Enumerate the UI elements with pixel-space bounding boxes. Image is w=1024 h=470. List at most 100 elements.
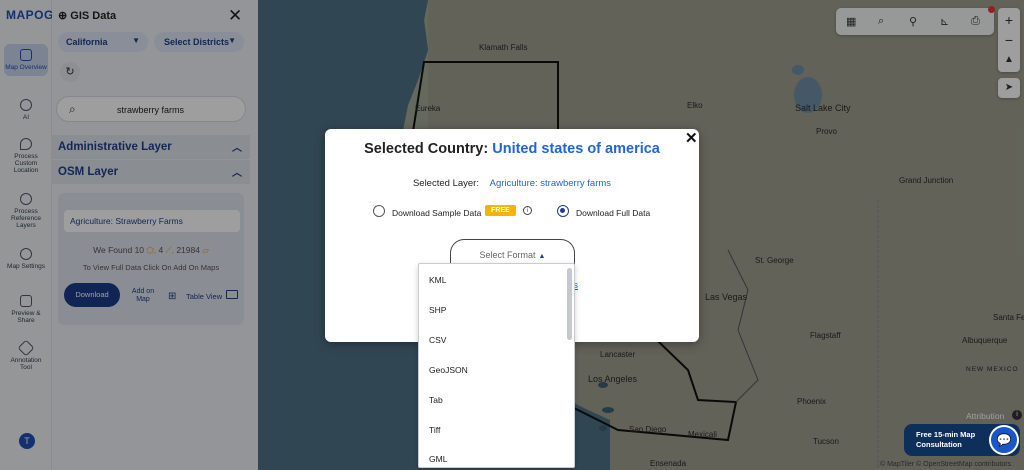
mapog-logo[interactable]: MAPOG: [6, 8, 54, 22]
format-option-csv[interactable]: CSV: [429, 335, 446, 345]
point-icon: ⬠,: [144, 245, 157, 255]
info-icon[interactable]: i: [1012, 410, 1022, 420]
zoom-in-icon[interactable]: +: [998, 10, 1020, 30]
measure-icon[interactable]: ⊾: [940, 15, 949, 28]
selected-layer-value: Agriculture: strawberry farms: [489, 178, 612, 189]
chevron-down-icon: ▼: [132, 36, 140, 45]
count-point: 10: [134, 245, 145, 255]
layer-card-title: Agriculture: Strawberry Farms: [64, 210, 240, 232]
map-label-santafe: Santa Fe: [993, 313, 1024, 322]
found-prefix: We Found: [93, 245, 133, 255]
pen-icon: [17, 339, 35, 357]
caret-up-icon: ▲: [538, 253, 546, 260]
map-label-provo: Provo: [816, 127, 837, 136]
format-option-tab[interactable]: Tab: [429, 395, 443, 405]
location-pin-icon: [20, 138, 32, 150]
rail-preview-share[interactable]: Preview & Share: [4, 295, 48, 324]
state-select[interactable]: California ▼: [58, 32, 148, 52]
zoom-out-icon[interactable]: −: [998, 30, 1020, 50]
chat-icon[interactable]: 💬: [989, 425, 1019, 455]
download-button[interactable]: Download: [64, 283, 120, 307]
full-data-radio[interactable]: [557, 205, 569, 217]
format-option-shp[interactable]: SHP: [429, 305, 446, 315]
rail-process-custom-location[interactable]: Process Custom Location: [4, 138, 48, 174]
map-label-eureka: Eureka: [415, 104, 441, 113]
panel-header: ⊕ GIS Data: [58, 9, 116, 22]
refresh-icon[interactable]: ↻: [60, 62, 80, 82]
sample-data-label[interactable]: Download Sample Data: [392, 208, 481, 218]
map-label-sandiego: San Diego: [629, 425, 667, 434]
compass-icon[interactable]: ▲: [998, 50, 1020, 70]
rail-map-settings[interactable]: Map Settings: [4, 248, 48, 270]
map-label-albuquerque: Albuquerque: [962, 336, 1008, 345]
selected-layer-row: Selected Layer: Agriculture: strawberry …: [325, 178, 699, 189]
map-label-saltlake: Salt Lake City: [795, 103, 851, 113]
rail-map-overview[interactable]: Map Overview: [4, 44, 48, 76]
map-label-grandjunction: Grand Junction: [899, 176, 954, 185]
administrative-layer-header[interactable]: Administrative Layer ︿: [52, 135, 250, 159]
free-badge: FREE: [485, 205, 516, 216]
administrative-layer-label: Administrative Layer: [58, 141, 172, 153]
selected-layer-prefix: Selected Layer:: [412, 178, 479, 189]
layers-gear-icon: [20, 193, 32, 205]
search-icon[interactable]: ⌕: [878, 15, 884, 28]
search-input[interactable]: ⌕ strawberry farms: [56, 96, 246, 122]
search-value: strawberry farms: [117, 105, 185, 115]
left-rail: MAPOG Map Overview AI Process Custom Loc…: [0, 0, 54, 470]
map-label-newmexico: NEW MEXICO: [966, 366, 1019, 373]
map-copyright: © MapTiler © OpenStreetMap contributors: [880, 461, 1012, 468]
dropdown-scrollbar[interactable]: [567, 268, 572, 340]
rail-label-map-overview: Map Overview: [5, 64, 47, 71]
format-option-kml[interactable]: KML: [429, 275, 446, 285]
chevron-up-icon: ︿: [232, 168, 242, 179]
map-label-elko: Elko: [687, 101, 703, 110]
panel-close-icon[interactable]: ✕: [228, 6, 242, 26]
count-polygon: 21984: [176, 245, 200, 255]
panel-title: GIS Data: [70, 10, 117, 22]
format-option-geojson[interactable]: GeoJSON: [429, 365, 468, 375]
state-select-value: California: [66, 37, 108, 47]
map-label-lancaster: Lancaster: [600, 350, 636, 359]
locate-icon[interactable]: ➤: [998, 78, 1020, 98]
format-placeholder: Select Format: [479, 250, 536, 260]
line-icon: ⟋,: [163, 245, 174, 255]
full-data-hint: To View Full Data Click On Add On Maps: [82, 263, 220, 272]
rail-annotation-tool[interactable]: Annotation Tool: [4, 339, 48, 371]
table-icon[interactable]: ⊞: [168, 291, 176, 302]
map-label-flagstaff: Flagstaff: [810, 331, 841, 340]
rail-label-ai: AI: [22, 114, 30, 121]
rail-label-annotation: Annotation Tool: [10, 357, 42, 371]
info-icon[interactable]: i: [523, 206, 532, 215]
map-icon: [20, 49, 32, 61]
format-option-tiff[interactable]: Tiff: [429, 425, 440, 435]
print-icon[interactable]: ⎙: [971, 15, 980, 28]
found-summary: We Found 10 ⬠, 4 ⟋, 21984 ▱: [58, 245, 244, 256]
map-label-tucson: Tucson: [813, 437, 839, 446]
table-view-button[interactable]: Table View: [186, 292, 222, 301]
settings-icon: [20, 248, 32, 260]
rail-ai[interactable]: AI: [4, 99, 48, 121]
add-on-map-button[interactable]: Add on Map: [130, 288, 156, 304]
map-label-phoenix: Phoenix: [797, 397, 826, 406]
osm-layer-header[interactable]: OSM Layer ︿: [52, 160, 250, 184]
user-avatar[interactable]: T: [19, 433, 35, 449]
app-root: Klamath Falls Eureka Elko Salt Lake City…: [0, 0, 1024, 470]
format-option-gml[interactable]: GML: [429, 454, 447, 464]
map-label-mexicali: Mexicali: [688, 430, 717, 439]
rail-label-map-settings: Map Settings: [7, 263, 45, 270]
district-select[interactable]: Select Districts ▼: [154, 32, 244, 52]
sample-data-radio[interactable]: [373, 205, 385, 217]
attribution-link[interactable]: Attribution: [966, 411, 1004, 421]
search-icon: ⌕: [69, 102, 76, 116]
polygon-icon: ▱: [199, 245, 209, 255]
rail-process-reference-layers[interactable]: Process Reference Layers: [4, 193, 48, 229]
map-grid-icon[interactable]: ▦: [846, 15, 856, 28]
grid-table-icon[interactable]: [226, 290, 238, 299]
format-dropdown: KML SHP CSV GeoJSON Tab Tiff GML: [418, 263, 575, 468]
layer-card: Agriculture: Strawberry Farms We Found 1…: [58, 193, 244, 325]
district-select-value: Select Districts: [164, 37, 230, 47]
map-label-ensenada: Ensenada: [650, 459, 687, 468]
full-data-label[interactable]: Download Full Data: [576, 208, 650, 218]
modal-title: Selected Country: United states of ameri…: [325, 141, 699, 157]
pin-icon[interactable]: ⚲: [909, 15, 917, 28]
